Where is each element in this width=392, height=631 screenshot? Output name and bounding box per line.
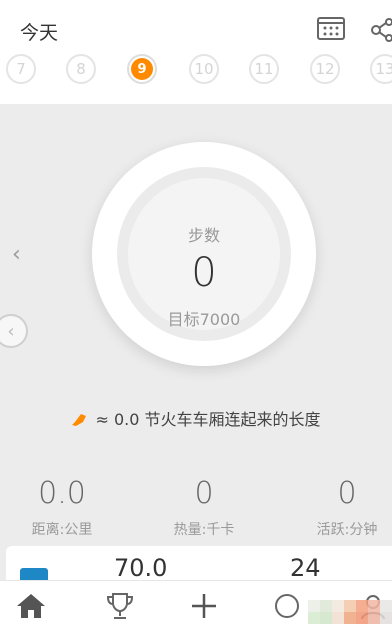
stat-calories-label: 热量:千卡: [173, 522, 235, 538]
distance-text: ≈ 0.0 节火车车厢连起来的长度: [95, 410, 321, 429]
steps-ring: 步数 0 目标7000: [92, 142, 316, 366]
day-7[interactable]: 7: [6, 54, 36, 84]
page-title: 今天: [20, 22, 59, 44]
progress-track: 步数 0 目标7000: [117, 167, 291, 341]
day-12[interactable]: 12: [310, 54, 340, 84]
discover-icon[interactable]: [270, 591, 304, 621]
day-13[interactable]: 13: [370, 54, 392, 84]
stat-calories-value: 0: [194, 476, 214, 511]
top-bar: 今天 7 8 9 10 11 12 13: [0, 0, 392, 104]
stat-distance-label: 距离:公里: [31, 522, 93, 538]
stat-active-value: 0: [337, 476, 357, 511]
back-circle-icon[interactable]: ‹: [0, 314, 28, 348]
stat-active: 0 活跃:分钟: [287, 476, 392, 539]
day-8[interactable]: 8: [66, 54, 96, 84]
previous-day-arrow-icon[interactable]: ‹: [12, 242, 21, 267]
shoe-icon: [71, 412, 89, 426]
steps-value: 0: [191, 250, 217, 296]
card-value-1: 70.0: [114, 554, 168, 580]
distance-description: ≈ 0.0 节火车车厢连起来的长度: [0, 406, 392, 430]
steps-label: 步数: [187, 226, 220, 245]
blurred-overlay: [308, 594, 392, 630]
progress-center: 步数 0 目标7000: [128, 178, 280, 330]
stat-active-label: 活跃:分钟: [316, 522, 378, 538]
day-selector: 7 8 9 10 11 12 13: [0, 54, 392, 90]
card-icon: [20, 568, 48, 580]
stat-distance: 0.0 距离:公里: [2, 476, 122, 539]
stat-calories: 0 热量:千卡: [144, 476, 264, 539]
day-11[interactable]: 11: [249, 54, 279, 84]
day-9-selected[interactable]: 9: [127, 54, 157, 84]
summary-card[interactable]: 70.0 24: [6, 546, 392, 580]
home-icon[interactable]: [14, 591, 48, 621]
steps-goal: 目标7000: [167, 310, 241, 329]
main-content: ‹ ‹ 步数 0 目标7000 ≈ 0.0 节火车车厢连起来的长度 0.0 距离…: [0, 104, 392, 548]
trophy-icon[interactable]: [103, 591, 137, 621]
day-10[interactable]: 10: [189, 54, 219, 84]
add-icon[interactable]: [187, 591, 221, 621]
stat-distance-value: 0.0: [38, 476, 86, 511]
calendar-icon[interactable]: [317, 16, 345, 40]
card-value-2: 24: [290, 554, 321, 580]
share-icon[interactable]: [370, 18, 392, 42]
